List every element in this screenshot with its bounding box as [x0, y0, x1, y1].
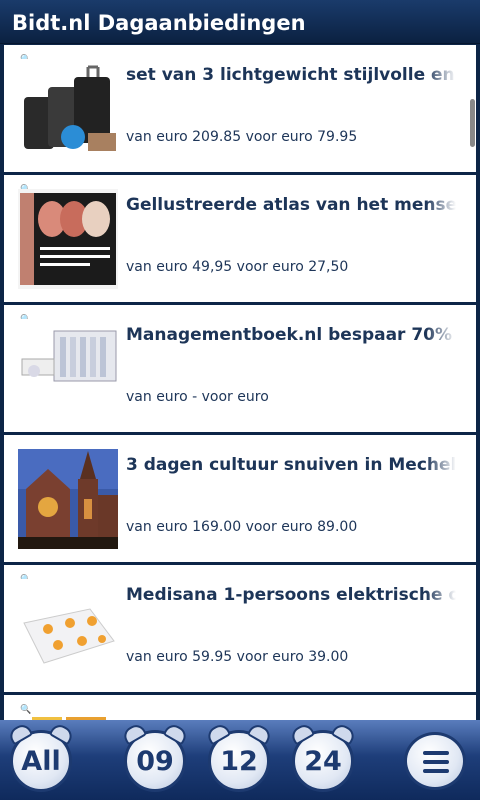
filter-all-button[interactable]: All [6, 721, 76, 792]
alarm-bell-icon [120, 721, 148, 746]
deal-price: van euro 169.00 voor euro 89.00 [126, 519, 358, 535]
deal-title[interactable]: Gellustreerde atlas van het menselijk li… [126, 195, 456, 221]
filter-12-button[interactable]: 12 [204, 721, 274, 792]
alarm-bell-icon [288, 721, 316, 746]
alarm-bell-icon [330, 721, 358, 746]
menu-icon [423, 760, 449, 764]
alarm-bell-icon [204, 721, 232, 746]
list-item[interactable]: 🔍 set van 3 lichtgewicht stijlvolle en p… [4, 45, 476, 172]
filter-label: 12 [220, 745, 258, 777]
bottom-nav: All 09 12 24 [0, 720, 480, 800]
app-title: Bidt.nl Dagaanbiedingen [0, 0, 480, 44]
filter-09-button[interactable]: 09 [120, 721, 190, 792]
deal-price: van euro 209.85 voor euro 79.95 [126, 129, 358, 145]
deal-price: van euro 59.95 voor euro 39.00 [126, 649, 349, 665]
alarm-bell-icon [48, 721, 76, 746]
filter-label: 24 [304, 745, 342, 777]
menu-icon [423, 751, 449, 755]
partial-thumbnail [18, 709, 118, 720]
deal-price: van euro 49,95 voor euro 27,50 [126, 259, 349, 275]
books-thumbnail [18, 319, 118, 419]
deal-title[interactable]: set van 3 lichtgewicht stijlvolle en pra… [126, 65, 456, 91]
scrollbar[interactable] [470, 99, 475, 147]
atlas-thumbnail [18, 189, 118, 289]
menu-icon [423, 769, 449, 773]
list-item[interactable]: 🔍 Managementboek.nl bespaar 70% online v… [4, 305, 476, 432]
deal-title[interactable]: 3 dagen cultuur snuiven in Mechelen [126, 455, 456, 481]
church-thumbnail [18, 449, 118, 549]
deal-title[interactable]: Managementboek.nl bespaar 70% online [126, 325, 456, 351]
luggage-thumbnail [18, 59, 118, 159]
list-item[interactable]: 🔍 Medisana 1-persoons elektrische onderd… [4, 565, 476, 692]
alarm-bell-icon [246, 721, 274, 746]
deal-title[interactable]: Medisana 1-persoons elektrische onderdek… [126, 585, 456, 611]
deal-list[interactable]: 🔍 set van 3 lichtgewicht stijlvolle en p… [4, 45, 476, 720]
alarm-bell-icon [6, 721, 34, 746]
blanket-thumbnail [18, 579, 118, 679]
deal-price: van euro - voor euro [126, 389, 269, 405]
filter-label: 09 [136, 745, 174, 777]
list-item[interactable]: 🔍 [4, 695, 476, 720]
list-item[interactable]: 3 dagen cultuur snuiven in Mechelen van … [4, 435, 476, 562]
alarm-bell-icon [162, 721, 190, 746]
list-item[interactable]: 🔍 Gellustreerde atlas van het menselijk … [4, 175, 476, 302]
menu-button[interactable] [404, 732, 466, 790]
filter-24-button[interactable]: 24 [288, 721, 358, 792]
filter-label: All [21, 745, 61, 777]
